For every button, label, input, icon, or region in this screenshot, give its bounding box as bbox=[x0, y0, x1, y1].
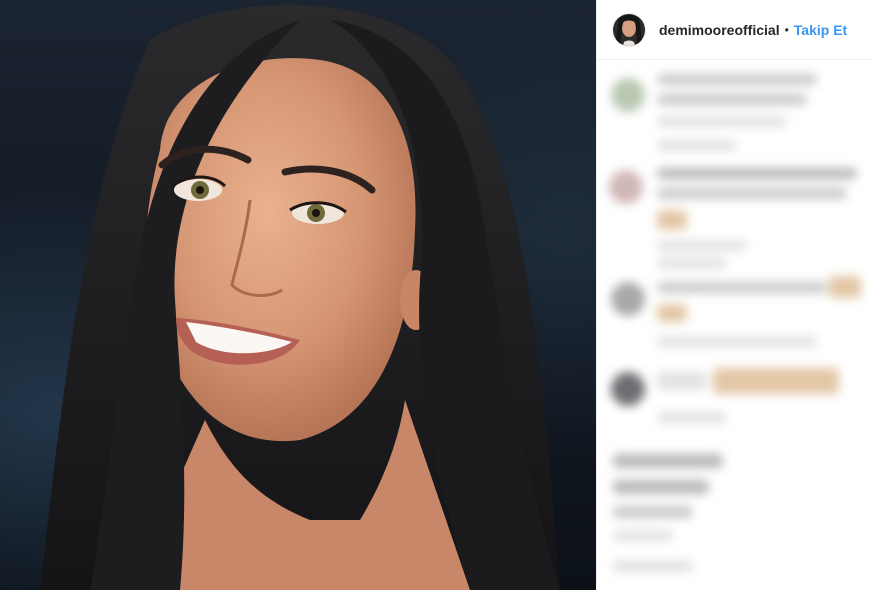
comment-meta-blurred bbox=[657, 258, 727, 269]
comment-text-blurred bbox=[657, 168, 857, 179]
caption-text-blurred bbox=[613, 506, 693, 518]
comment-meta-blurred bbox=[657, 140, 737, 151]
comment-avatar bbox=[609, 170, 643, 204]
comment-text-blurred bbox=[657, 74, 817, 85]
author-username-link[interactable]: demimooreofficial bbox=[659, 22, 780, 38]
comment-emoji-blurred bbox=[657, 210, 687, 230]
separator-dot: • bbox=[784, 22, 789, 37]
comment-emoji-blurred bbox=[829, 276, 861, 298]
post-image[interactable] bbox=[0, 0, 596, 590]
comment-avatar bbox=[611, 78, 645, 112]
comment-text-blurred bbox=[657, 372, 707, 390]
comment-meta-blurred bbox=[657, 412, 727, 423]
comment-text-blurred bbox=[657, 188, 847, 199]
avatar-image bbox=[613, 13, 645, 46]
comments-list-blurred[interactable] bbox=[597, 60, 874, 590]
follow-button[interactable]: Takip Et bbox=[794, 22, 847, 38]
caption-meta-blurred bbox=[613, 530, 673, 541]
comment-text-blurred bbox=[657, 282, 827, 293]
comment-avatar bbox=[611, 372, 645, 406]
caption-text-blurred bbox=[613, 480, 709, 494]
post-header: demimooreofficial • Takip Et bbox=[597, 0, 874, 60]
comment-meta-blurred bbox=[657, 336, 817, 347]
author-avatar[interactable] bbox=[613, 13, 645, 46]
caption-meta-blurred bbox=[613, 560, 693, 572]
caption-text-blurred bbox=[613, 454, 723, 468]
comment-avatar bbox=[611, 282, 645, 316]
portrait-illustration bbox=[40, 4, 560, 590]
comment-meta-blurred bbox=[657, 240, 747, 251]
comment-text-blurred bbox=[657, 94, 807, 105]
comment-emoji-blurred bbox=[713, 368, 839, 394]
post-side-panel: demimooreofficial • Takip Et bbox=[596, 0, 874, 590]
comment-meta-blurred bbox=[657, 116, 787, 127]
comment-emoji-blurred bbox=[657, 304, 687, 322]
